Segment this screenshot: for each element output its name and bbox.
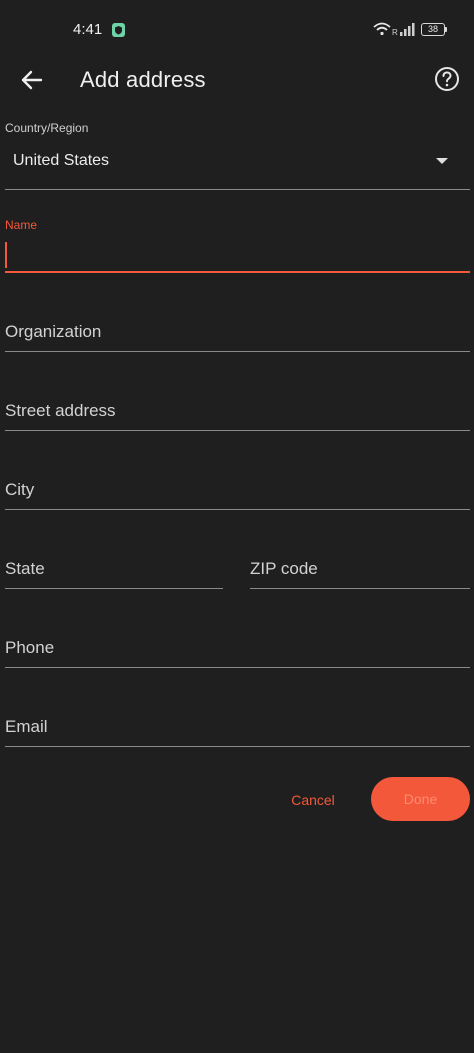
street-address-placeholder: Street address [5,401,116,420]
organization-underline [5,351,470,352]
name-label: Name [5,218,38,232]
organization-field[interactable]: Organization [5,318,470,354]
zip-code-field[interactable]: ZIP code [250,555,470,591]
state-underline [5,588,223,589]
phone-placeholder: Phone [5,638,55,657]
shield-icon [112,23,125,37]
cancel-button[interactable]: Cancel [280,780,346,820]
country-region-label: Country/Region [5,121,89,135]
signal-icon [400,23,415,36]
battery-tip [445,27,447,32]
name-field[interactable]: Name [5,215,470,275]
state-placeholder: State [5,559,45,578]
email-field[interactable]: Email [5,713,470,749]
app-bar: Add address [0,56,474,104]
phone-field[interactable]: Phone [5,634,470,670]
name-underline [5,271,470,273]
state-field[interactable]: State [5,555,223,591]
wifi-icon [373,22,391,36]
country-region-select[interactable]: Country/Region United States [5,118,470,190]
battery-icon: 38 [421,23,445,36]
email-placeholder: Email [5,717,48,736]
city-underline [5,509,470,510]
done-button[interactable]: Done [371,777,470,821]
street-address-field[interactable]: Street address [5,397,470,433]
zip-code-placeholder: ZIP code [250,559,318,578]
organization-placeholder: Organization [5,322,102,341]
back-arrow-icon[interactable] [18,66,46,94]
help-icon[interactable] [434,66,460,92]
zip-code-underline [250,588,470,589]
page-title: Add address [80,67,206,92]
country-region-value: United States [13,152,110,169]
street-address-underline [5,430,470,431]
roaming-indicator: R [392,28,398,37]
email-underline [5,746,470,747]
status-time: 4:41 [73,21,103,38]
country-underline [5,189,470,190]
phone-underline [5,667,470,668]
status-bar: 4:41 R 38 [0,0,474,60]
city-field[interactable]: City [5,476,470,512]
dropdown-arrow-icon [436,158,448,164]
name-input[interactable] [5,239,470,271]
city-placeholder: City [5,480,35,499]
